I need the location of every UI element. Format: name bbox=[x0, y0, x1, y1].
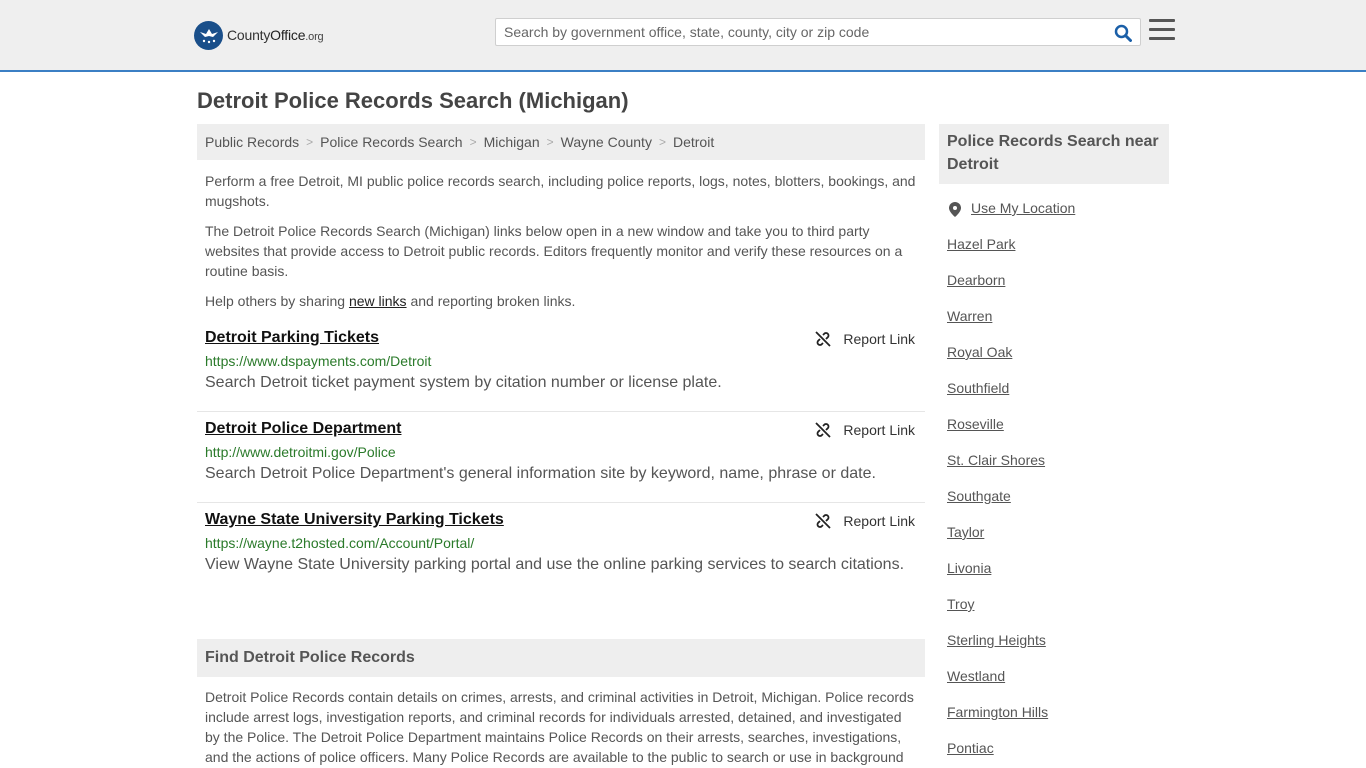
sidebar: Police Records Search near Detroit Use M… bbox=[939, 124, 1169, 768]
use-location-item: Use My Location bbox=[947, 200, 1169, 236]
city-link-roseville[interactable]: Roseville bbox=[947, 416, 1004, 432]
city-link-troy[interactable]: Troy bbox=[947, 596, 974, 612]
report-link-label: Report Link bbox=[843, 513, 915, 529]
breadcrumb: Public Records > Police Records Search >… bbox=[197, 124, 925, 160]
use-my-location-link[interactable]: Use My Location bbox=[971, 200, 1075, 216]
logo-name-bold: Office bbox=[270, 27, 306, 43]
city-link-southfield[interactable]: Southfield bbox=[947, 380, 1009, 396]
intro-p3-after: and reporting broken links. bbox=[406, 293, 576, 309]
search-icon bbox=[1114, 24, 1132, 42]
site-search bbox=[495, 18, 1141, 46]
broken-link-icon bbox=[815, 331, 832, 347]
breadcrumb-separator-icon: > bbox=[546, 135, 554, 149]
nearby-city-item: Farmington Hills bbox=[947, 704, 1169, 740]
breadcrumb-separator-icon: > bbox=[306, 135, 314, 149]
search-input[interactable] bbox=[496, 19, 1096, 45]
result-title-link[interactable]: Wayne State University Parking Tickets bbox=[205, 511, 504, 529]
nearby-city-item: Southfield bbox=[947, 380, 1169, 416]
hamburger-menu-icon[interactable] bbox=[1149, 19, 1175, 43]
city-link-hazel-park[interactable]: Hazel Park bbox=[947, 236, 1015, 252]
nearby-city-list: Use My Location Hazel Park Dearborn Warr… bbox=[939, 200, 1169, 768]
result-item: Detroit Parking Tickets Report Link http… bbox=[197, 321, 925, 412]
nearby-city-item: Roseville bbox=[947, 416, 1169, 452]
city-link-royal-oak[interactable]: Royal Oak bbox=[947, 344, 1012, 360]
result-url: https://www.dspayments.com/Detroit bbox=[205, 353, 432, 369]
report-link-label: Report Link bbox=[843, 331, 915, 347]
intro-paragraph-1: Perform a free Detroit, MI public police… bbox=[205, 173, 916, 209]
main-content: Public Records > Police Records Search >… bbox=[197, 124, 925, 768]
report-link-button[interactable]: Report Link bbox=[815, 331, 915, 347]
city-link-taylor[interactable]: Taylor bbox=[947, 524, 984, 540]
new-links-link[interactable]: new links bbox=[349, 293, 407, 309]
result-description: Search Detroit ticket payment system by … bbox=[205, 374, 722, 391]
nearby-city-item: Livonia bbox=[947, 560, 1169, 596]
nearby-city-item: Troy bbox=[947, 596, 1169, 632]
nearby-city-item: Royal Oak bbox=[947, 344, 1169, 380]
intro-paragraph-3: Help others by sharing new links and rep… bbox=[205, 291, 917, 311]
nearby-city-item: Pontiac bbox=[947, 740, 1169, 768]
breadcrumb-detroit[interactable]: Detroit bbox=[673, 134, 714, 150]
city-link-westland[interactable]: Westland bbox=[947, 668, 1005, 684]
nearby-city-item: Westland bbox=[947, 668, 1169, 704]
breadcrumb-michigan[interactable]: Michigan bbox=[484, 134, 540, 150]
city-link-warren[interactable]: Warren bbox=[947, 308, 992, 324]
breadcrumb-separator-icon: > bbox=[469, 135, 477, 149]
map-pin-icon bbox=[949, 202, 961, 217]
find-records-heading: Find Detroit Police Records bbox=[197, 639, 925, 677]
logo-wordmark: CountyOffice.org bbox=[227, 27, 324, 43]
eagle-seal-icon bbox=[194, 20, 223, 50]
nearby-city-item: Hazel Park bbox=[947, 236, 1169, 272]
broken-link-icon bbox=[815, 513, 832, 529]
search-button[interactable] bbox=[1112, 22, 1134, 44]
breadcrumb-wayne-county[interactable]: Wayne County bbox=[561, 134, 652, 150]
result-description: View Wayne State University parking port… bbox=[205, 556, 905, 573]
nearby-city-item: Sterling Heights bbox=[947, 632, 1169, 668]
report-link-button[interactable]: Report Link bbox=[815, 513, 915, 529]
result-url: https://wayne.t2hosted.com/Account/Porta… bbox=[205, 535, 475, 551]
result-title-link[interactable]: Detroit Parking Tickets bbox=[205, 329, 379, 347]
city-link-livonia[interactable]: Livonia bbox=[947, 560, 991, 576]
intro-text: Perform a free Detroit, MI public police… bbox=[197, 171, 925, 311]
nearby-city-item: Dearborn bbox=[947, 272, 1169, 308]
report-link-label: Report Link bbox=[843, 422, 915, 438]
city-link-dearborn[interactable]: Dearborn bbox=[947, 272, 1005, 288]
results-list: Detroit Parking Tickets Report Link http… bbox=[197, 321, 925, 594]
city-link-southgate[interactable]: Southgate bbox=[947, 488, 1011, 504]
top-header: CountyOffice.org bbox=[0, 0, 1366, 72]
logo-tld: .org bbox=[305, 31, 324, 43]
nearby-city-item: Southgate bbox=[947, 488, 1169, 524]
nearby-city-item: St. Clair Shores bbox=[947, 452, 1169, 488]
nearby-city-item: Taylor bbox=[947, 524, 1169, 560]
breadcrumb-separator-icon: > bbox=[658, 135, 666, 149]
nearby-city-item: Warren bbox=[947, 308, 1169, 344]
result-item: Wayne State University Parking Tickets R… bbox=[197, 503, 925, 594]
city-link-farmington-hills[interactable]: Farmington Hills bbox=[947, 704, 1048, 720]
result-item: Detroit Police Department Report Link ht… bbox=[197, 412, 925, 503]
result-title-link[interactable]: Detroit Police Department bbox=[205, 420, 401, 438]
broken-link-icon bbox=[815, 422, 832, 438]
breadcrumb-public-records[interactable]: Public Records bbox=[205, 134, 299, 150]
site-logo[interactable]: CountyOffice.org bbox=[194, 20, 324, 50]
result-description: Search Detroit Police Department's gener… bbox=[205, 465, 876, 482]
city-link-st-clair-shores[interactable]: St. Clair Shores bbox=[947, 452, 1045, 468]
page-title: Detroit Police Records Search (Michigan) bbox=[197, 88, 629, 113]
city-link-sterling-heights[interactable]: Sterling Heights bbox=[947, 632, 1046, 648]
sidebar-heading: Police Records Search near Detroit bbox=[939, 124, 1169, 184]
report-link-button[interactable]: Report Link bbox=[815, 422, 915, 438]
logo-name: County bbox=[227, 27, 271, 43]
find-records-body: Detroit Police Records contain details o… bbox=[205, 689, 914, 765]
breadcrumb-police-records-search[interactable]: Police Records Search bbox=[320, 134, 462, 150]
intro-paragraph-2: The Detroit Police Records Search (Michi… bbox=[205, 223, 903, 279]
city-link-pontiac[interactable]: Pontiac bbox=[947, 740, 994, 756]
intro-p3-before: Help others by sharing bbox=[205, 293, 349, 309]
result-url: http://www.detroitmi.gov/Police bbox=[205, 444, 396, 460]
